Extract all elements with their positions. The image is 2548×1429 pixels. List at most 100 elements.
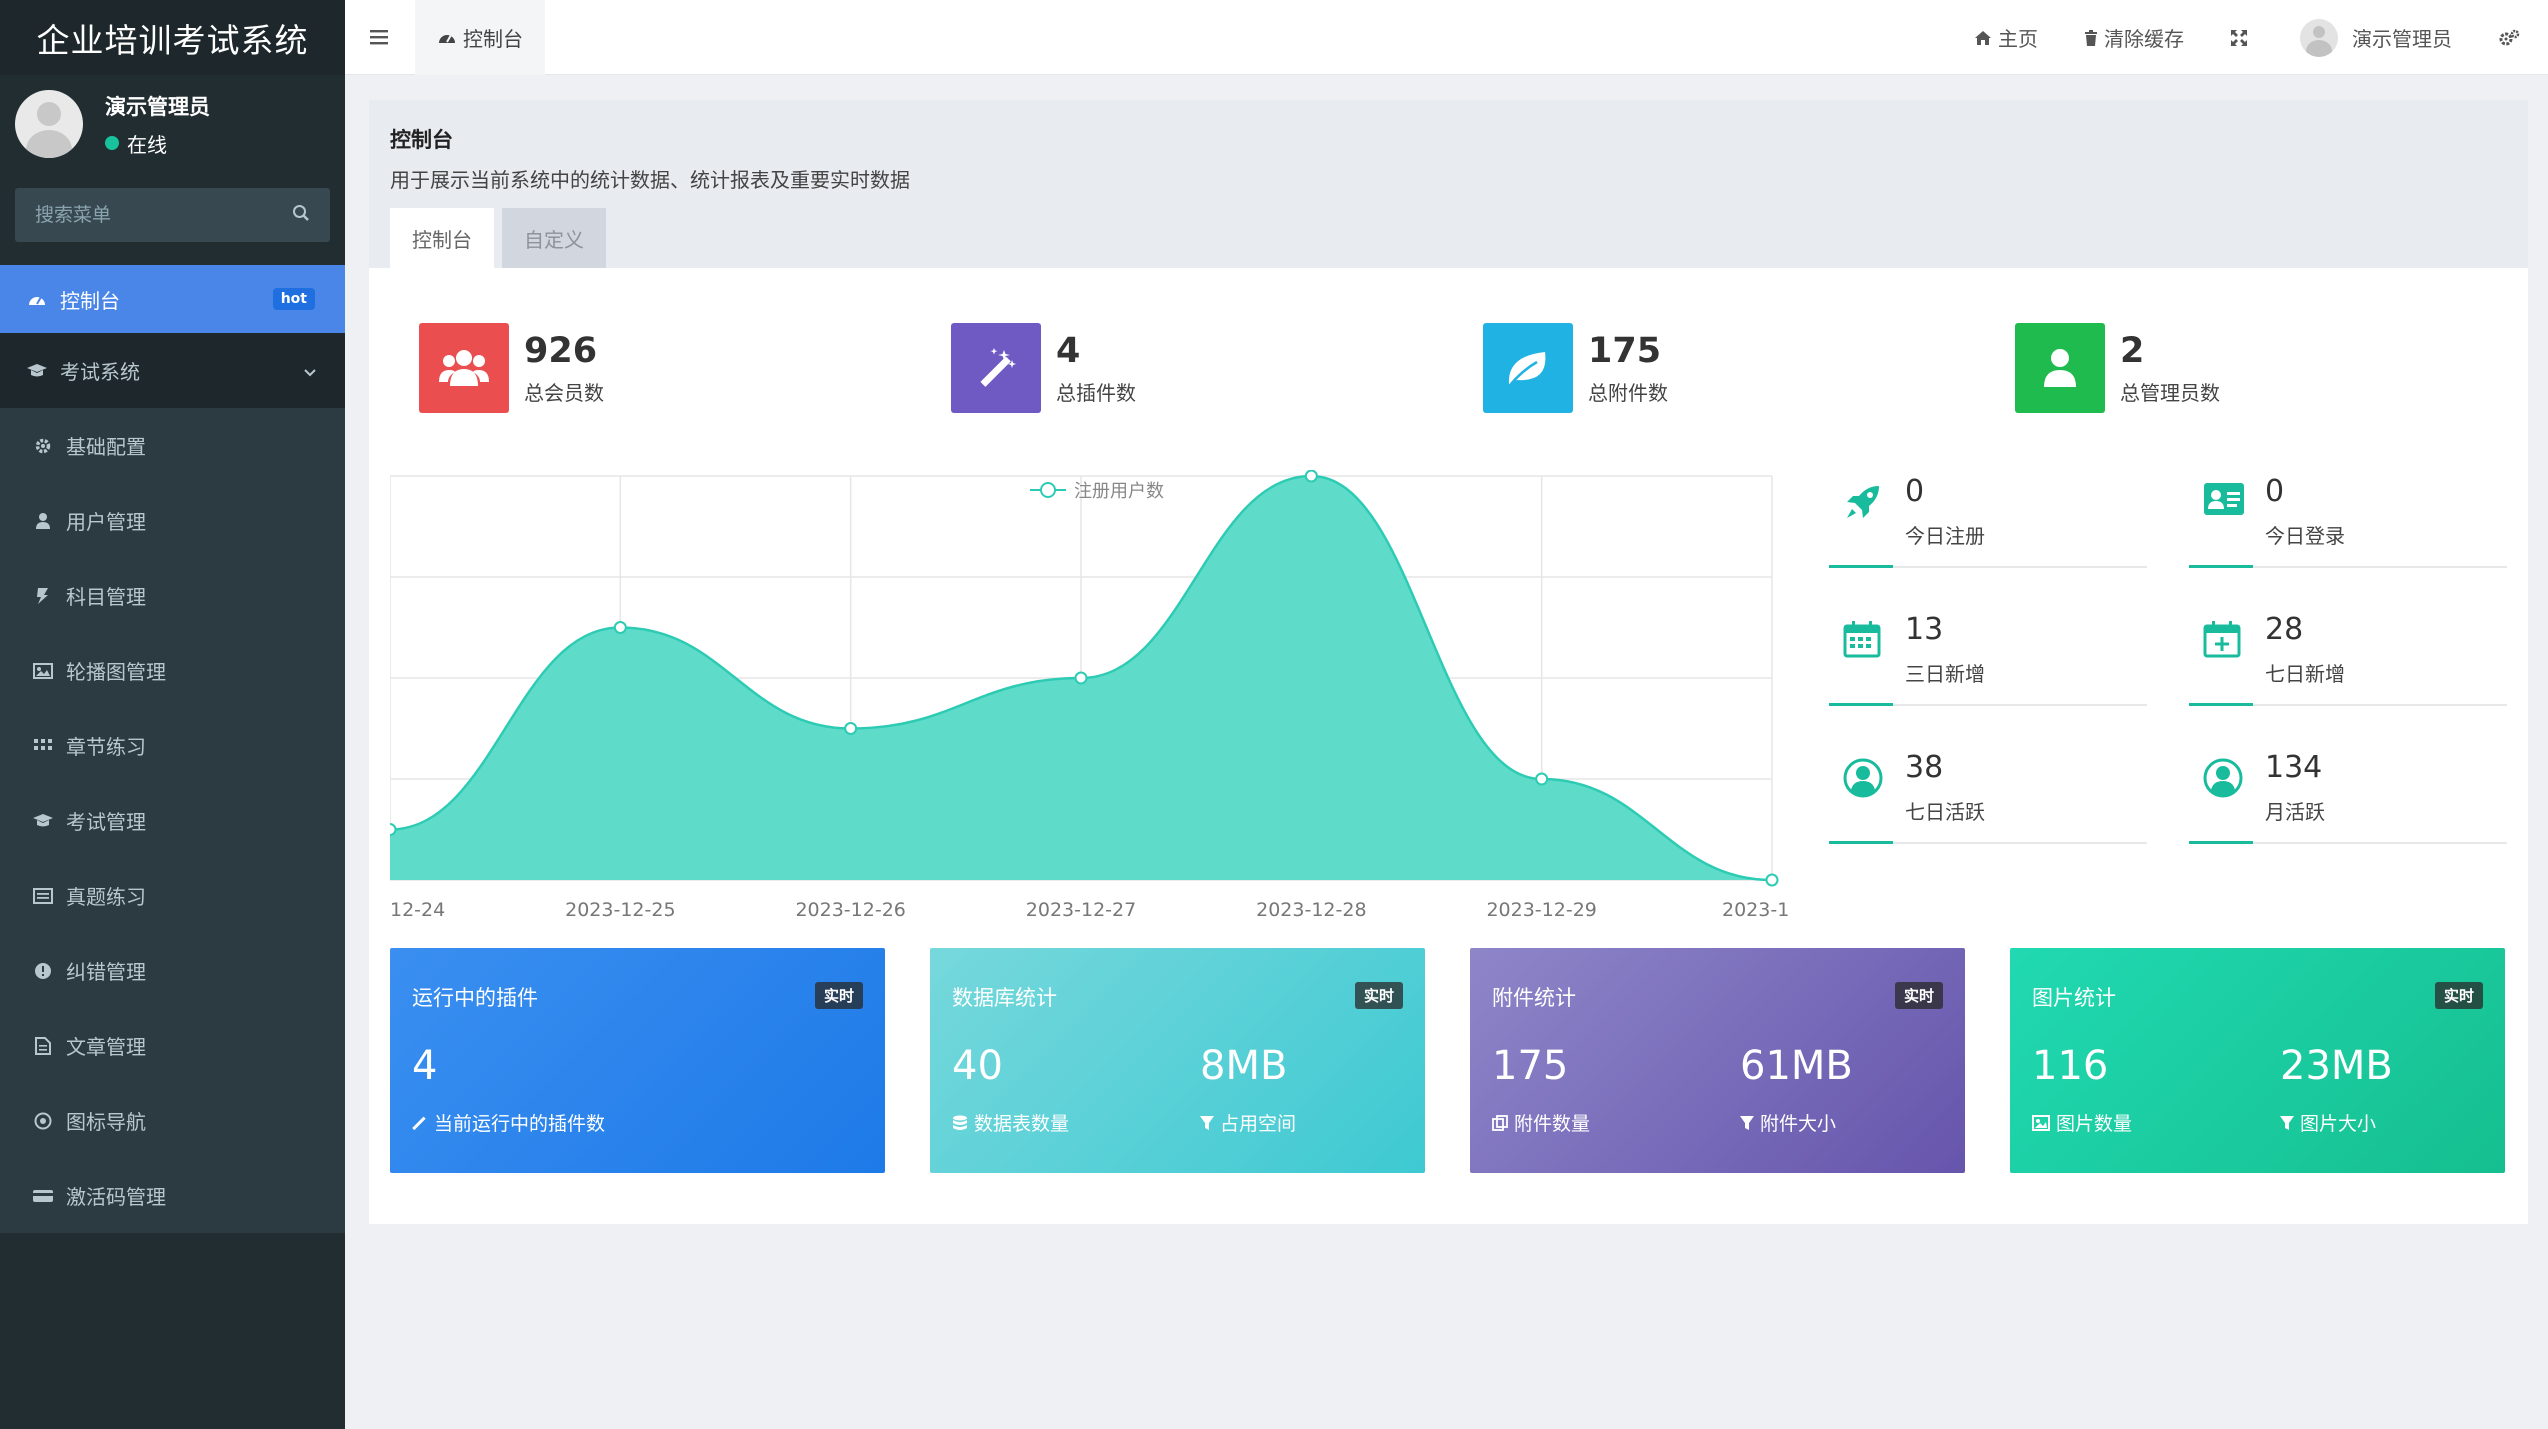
gear-icon xyxy=(32,437,54,455)
online-dot-icon xyxy=(105,136,119,150)
mini-stat-label: 月活跃 xyxy=(2265,800,2325,824)
user-circle-icon xyxy=(1843,758,1883,802)
chart-tick-label: 2023-12-29 xyxy=(1486,899,1596,920)
avatar xyxy=(2300,18,2338,57)
users-icon xyxy=(419,323,509,413)
list-icon xyxy=(32,887,54,904)
stat-card: 运行中的插件 实时 4 当前运行中的插件数 xyxy=(390,948,885,1173)
dashboard-icon xyxy=(437,29,457,45)
chart-point xyxy=(1074,671,1088,685)
card-sub-label: 附件数量 xyxy=(1492,1109,1590,1136)
fullscreen-button[interactable] xyxy=(2230,29,2254,47)
chart-point xyxy=(613,621,627,634)
search-box xyxy=(15,188,330,242)
card-sub-label-2: 占用空间 xyxy=(1200,1109,1296,1136)
sidebar-item-5[interactable]: 考试管理 xyxy=(0,783,345,858)
stat-card: 数据库统计 实时 40 数据表数量 8MB 占用空间 xyxy=(930,948,1425,1173)
mini-stat: 28 七日新增 xyxy=(2189,608,2507,706)
home-link[interactable]: 主页 xyxy=(1974,23,2038,52)
chart-point xyxy=(1304,469,1318,483)
sidebar-item-label: 考试管理 xyxy=(66,810,146,834)
sidebar-item-8[interactable]: 文章管理 xyxy=(0,1008,345,1083)
app-title[interactable]: 企业培训考试系统 xyxy=(0,0,345,75)
sidebar-item-10[interactable]: 激活码管理 xyxy=(0,1158,345,1233)
sidebar-item-label: 控制台 xyxy=(60,288,120,313)
expand-icon xyxy=(2230,29,2248,47)
user-status-label: 在线 xyxy=(127,132,167,157)
filter-icon xyxy=(1740,1115,1754,1131)
image-icon xyxy=(32,662,54,679)
clear-cache-button[interactable]: 清除缓存 xyxy=(2084,23,2184,52)
chart-legend-label: 注册用户数 xyxy=(1074,481,1164,502)
sidebar-item-label: 真题练习 xyxy=(66,885,146,909)
card-value: 4 xyxy=(412,1043,438,1089)
sidebar-item-7[interactable]: 纠错管理 xyxy=(0,933,345,1008)
mini-stat-value: 38 xyxy=(1905,750,1944,785)
stat-card: 图片统计 实时 116 图片数量 23MB 图片大小 xyxy=(2010,948,2505,1173)
sidebar-item-1[interactable]: 用户管理 xyxy=(0,483,345,558)
mini-stat-value: 0 xyxy=(1905,474,1925,509)
card-sub-text: 附件大小 xyxy=(1760,1113,1837,1135)
settings-button[interactable] xyxy=(2498,29,2526,47)
page-title: 控制台 xyxy=(390,128,453,152)
card-sub-text: 图片大小 xyxy=(2300,1113,2377,1135)
chapter-icon xyxy=(32,738,54,754)
sidebar-item-exam-system[interactable]: 考试系统 xyxy=(0,333,345,408)
tab-dashboard[interactable]: 控制台 xyxy=(415,0,545,75)
search-input[interactable] xyxy=(35,204,255,226)
chart-point xyxy=(383,823,397,836)
user-name: 演示管理员 xyxy=(105,94,210,119)
sidebar-item-6[interactable]: 真题练习 xyxy=(0,858,345,933)
admin-menu[interactable]: 演示管理员 xyxy=(2300,18,2452,57)
stat-label: 总会员数 xyxy=(524,380,604,405)
menu-toggle-icon[interactable] xyxy=(345,0,415,75)
card-sub-label: 数据表数量 xyxy=(952,1109,1069,1136)
mini-stat-value: 134 xyxy=(2265,750,2323,785)
stats-row: 926 总会员数 4 总插件数 175 总附件数 2 总管理员数 xyxy=(419,323,2519,413)
chart-tick-label: 2023-12-28 xyxy=(1256,899,1366,920)
sidebar-item-label: 激活码管理 xyxy=(66,1185,166,1209)
sidebar-item-0[interactable]: 基础配置 xyxy=(0,408,345,483)
mini-stat-label: 七日活跃 xyxy=(1905,800,1985,824)
filter-icon xyxy=(2280,1115,2294,1131)
sidebar-item-2[interactable]: 科目管理 xyxy=(0,558,345,633)
stat-value: 926 xyxy=(524,330,598,371)
card-sub-label-2: 附件大小 xyxy=(1740,1109,1836,1136)
card-title: 运行中的插件 xyxy=(412,986,538,1010)
tab-dashboard[interactable]: 控制台 xyxy=(390,208,494,268)
chart-point xyxy=(1765,873,1779,887)
search-icon[interactable] xyxy=(292,204,310,226)
stat-label: 总插件数 xyxy=(1056,380,1136,405)
stat-label: 总管理员数 xyxy=(2120,380,2220,405)
chevron-down-icon xyxy=(303,359,317,383)
stat-box: 2 总管理员数 xyxy=(2015,323,2220,413)
card-title: 数据库统计 xyxy=(952,986,1057,1010)
chart-tick-label: 2023-12 xyxy=(1722,899,1790,920)
tab-custom[interactable]: 自定义 xyxy=(502,208,606,268)
card-sub-icon xyxy=(412,1115,428,1131)
card-title: 附件统计 xyxy=(1492,986,1576,1010)
sidebar-item-9[interactable]: 图标导航 xyxy=(0,1083,345,1158)
card-value-2: 61MB xyxy=(1740,1043,1853,1089)
card-value: 116 xyxy=(2032,1043,2109,1089)
realtime-badge: 实时 xyxy=(2434,982,2483,1009)
chart-tick-label: 2023-12-26 xyxy=(795,899,905,920)
mini-stat: 0 今日注册 xyxy=(1829,470,2147,568)
card-sub-text: 图片数量 xyxy=(2056,1113,2133,1135)
clear-cache-label: 清除缓存 xyxy=(2104,27,2184,51)
stat-card: 附件统计 实时 175 附件数量 61MB 附件大小 xyxy=(1470,948,1965,1173)
home-icon xyxy=(1974,30,1992,46)
card-sub-text: 当前运行中的插件数 xyxy=(434,1113,606,1135)
card-sub-label: 当前运行中的插件数 xyxy=(412,1109,605,1136)
rocket-icon xyxy=(1843,482,1883,526)
chart-point xyxy=(1535,772,1549,786)
chart-svg: 12-24 2023-12-25 2023-12-26 2023-12-27 2023-… xyxy=(383,469,1801,921)
filter-icon xyxy=(1200,1115,1214,1131)
mini-stat-label: 七日新增 xyxy=(2265,662,2345,686)
tab-label: 控制台 xyxy=(463,26,523,51)
mini-stat-value: 0 xyxy=(2265,474,2285,509)
sidebar-item-dashboard[interactable]: 控制台 hot xyxy=(0,265,345,333)
sidebar-item-4[interactable]: 章节练习 xyxy=(0,708,345,783)
mini-stat: 0 今日登录 xyxy=(2189,470,2507,568)
sidebar-item-3[interactable]: 轮播图管理 xyxy=(0,633,345,708)
